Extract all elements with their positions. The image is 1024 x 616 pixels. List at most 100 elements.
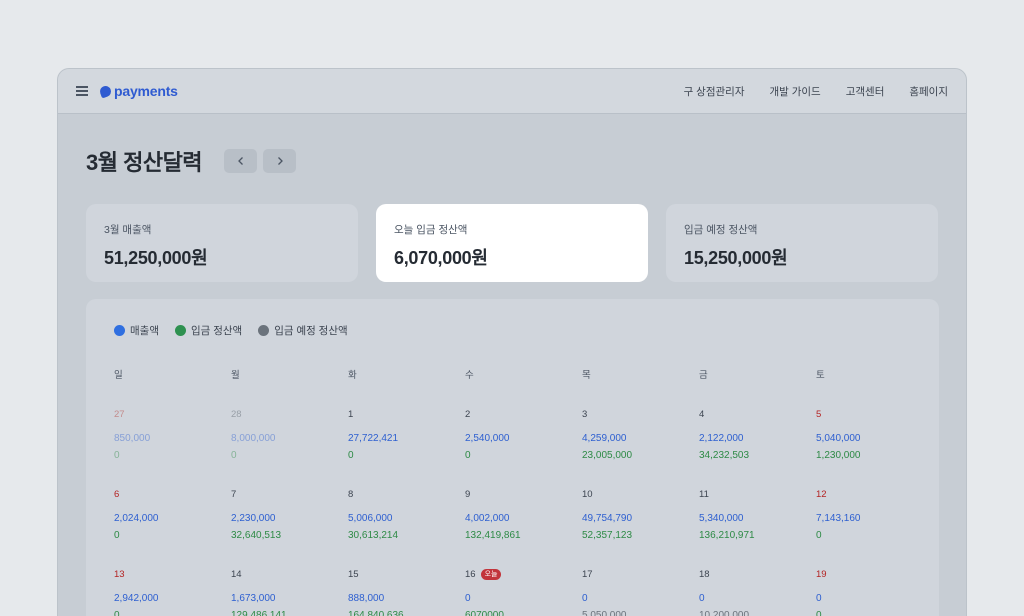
- card-monthly-sales[interactable]: 3월 매출액 51,250,000원: [86, 204, 358, 282]
- legend-dot-icon: [258, 325, 270, 336]
- sales-amount: 4,002,000: [465, 513, 510, 524]
- day-header: 11: [699, 487, 816, 501]
- calendar-day-cell[interactable]: 4 2,122,000 34,232,503: [699, 407, 816, 470]
- calendar-day-cell[interactable]: 1 27,722,421 0: [348, 407, 465, 470]
- calendar-day-cell[interactable]: 9 4,002,000 132,419,861: [465, 487, 582, 550]
- day-header: 15: [348, 567, 465, 581]
- day-number: 18: [699, 568, 710, 580]
- hamburger-menu-icon[interactable]: [76, 86, 88, 96]
- expected-deposit-amount: 10,200,000: [699, 610, 750, 616]
- sales-amount: 5,006,000: [348, 513, 393, 524]
- calendar-day-cell[interactable]: 2 2,540,000 0: [465, 407, 582, 470]
- calendar-day-cell[interactable]: 6 2,024,000 0: [114, 487, 231, 550]
- calendar-day-cell[interactable]: 12 7,143,160 0: [816, 487, 933, 550]
- logo[interactable]: payments: [98, 83, 178, 99]
- nav-developer-guide[interactable]: 개발 가이드: [770, 84, 821, 99]
- calendar-day-cell[interactable]: 14 1,673,000 129,486,141: [231, 567, 348, 616]
- day-number: 3: [582, 408, 588, 420]
- day-number: 7: [231, 488, 237, 500]
- day-header: 3: [582, 407, 699, 421]
- sales-amount: 2,540,000: [465, 433, 510, 444]
- calendar-day-cell[interactable]: 15 888,000 164,840,636: [348, 567, 465, 616]
- sales-amount: 49,754,790: [582, 513, 633, 524]
- sales-amount: 850,000: [114, 433, 151, 444]
- deposit-amount: 164,840,636: [348, 610, 404, 616]
- day-header: 14: [231, 567, 348, 581]
- sales-amount: 888,000: [348, 593, 385, 604]
- day-number: 12: [816, 488, 827, 500]
- day-number: 5: [816, 408, 822, 420]
- calendar-day-cell[interactable]: 16 오늘 0 6070000: [465, 567, 582, 616]
- top-nav: 구 상점관리자 개발 가이드 고객센터 홈페이지: [684, 84, 948, 99]
- deposit-amount: 6070000: [465, 610, 504, 616]
- weekday-wed: 수: [465, 370, 474, 381]
- calendar-day-cell[interactable]: 3 4,259,000 23,005,000: [582, 407, 699, 470]
- day-number: 14: [231, 568, 242, 580]
- calendar-day-cell[interactable]: 28 8,000,000 0: [231, 407, 348, 470]
- legend-label: 입금 정산액: [190, 325, 243, 337]
- chevron-right-icon: [277, 157, 283, 165]
- deposit-amount: 52,357,123: [582, 530, 633, 541]
- prev-month-button[interactable]: [224, 149, 258, 173]
- deposit-amount: 30,613,214: [348, 530, 399, 541]
- day-header: 13: [114, 567, 231, 581]
- legend-item-sales: 매출액: [114, 323, 159, 338]
- legend: 매출액 입금 정산액 입금 예정 정산액: [114, 323, 911, 338]
- today-badge: 오늘: [480, 568, 502, 580]
- day-number: 6: [114, 488, 120, 500]
- card-expected-deposit[interactable]: 입금 예정 정산액 15,250,000원: [666, 204, 938, 282]
- calendar-day-cell[interactable]: 18 0 10,200,000: [699, 567, 816, 616]
- day-number: 1: [348, 408, 354, 420]
- calendar-day-cell[interactable]: 7 2,230,000 32,640,513: [231, 487, 348, 550]
- title-row: 3월 정산달력: [86, 145, 302, 177]
- sales-amount: 5,040,000: [816, 433, 861, 444]
- day-header: 1: [348, 407, 465, 421]
- deposit-amount: 1,230,000: [816, 450, 861, 461]
- calendar-day-cell[interactable]: 10 49,754,790 52,357,123: [582, 487, 699, 550]
- settlement-calendar: 매출액 입금 정산액 입금 예정 정산액 일 월 화 수 목 금 토 27 850…: [86, 299, 939, 616]
- day-number: 15: [348, 568, 359, 580]
- deposit-amount: 0: [114, 450, 120, 461]
- calendar-day-cell[interactable]: 13 2,942,000 0: [114, 567, 231, 616]
- deposit-amount: 0: [816, 610, 822, 616]
- card-value: 6,070,000원: [394, 248, 488, 268]
- nav-customer-center[interactable]: 고객센터: [846, 84, 885, 99]
- calendar-day-cell[interactable]: 17 0 5,050,000: [582, 567, 699, 616]
- calendar-day-cell[interactable]: 5 5,040,000 1,230,000: [816, 407, 933, 470]
- weekday-sun: 일: [114, 370, 123, 381]
- calendar-day-cell[interactable]: 27 850,000 0: [114, 407, 231, 470]
- day-number: 17: [582, 568, 593, 580]
- calendar-week-row: 6 2,024,000 0 7 2,230,000 32,640,513 8 5,006,00…: [114, 487, 911, 550]
- weekday-header: 일 월 화 수 목 금 토: [114, 367, 911, 381]
- card-value: 51,250,000원: [104, 248, 208, 268]
- calendar-day-cell[interactable]: 11 5,340,000 136,210,971: [699, 487, 816, 550]
- deposit-amount: 129,486,141: [231, 610, 287, 616]
- day-number: 19: [816, 568, 827, 580]
- calendar-day-cell[interactable]: 8 5,006,000 30,613,214: [348, 487, 465, 550]
- deposit-amount: 0: [114, 530, 120, 541]
- day-header: 7: [231, 487, 348, 501]
- nav-legacy-merchant-admin[interactable]: 구 상점관리자: [684, 84, 745, 99]
- weekday-thu: 목: [582, 370, 591, 381]
- day-header: 17: [582, 567, 699, 581]
- day-header: 8: [348, 487, 465, 501]
- calendar-day-cell[interactable]: 19 0 0: [816, 567, 933, 616]
- legend-item-deposit: 입금 정산액: [174, 323, 243, 338]
- card-label: 오늘 입금 정산액: [394, 224, 468, 236]
- day-header: 5: [816, 407, 933, 421]
- day-number: 13: [114, 568, 125, 580]
- logo-text: payments: [114, 83, 178, 99]
- expected-deposit-amount: 5,050,000: [582, 610, 627, 616]
- sales-amount: 0: [816, 593, 822, 604]
- card-value: 15,250,000원: [684, 248, 788, 268]
- day-header: 27: [114, 407, 231, 421]
- nav-homepage[interactable]: 홈페이지: [909, 84, 948, 99]
- app-window: payments 구 상점관리자 개발 가이드 고객센터 홈페이지 3월 정산달…: [57, 68, 967, 616]
- card-today-deposit[interactable]: 오늘 입금 정산액 6,070,000원: [376, 204, 648, 282]
- chevron-left-icon: [237, 157, 243, 165]
- logo-mark-icon: [98, 83, 113, 99]
- sales-amount: 0: [582, 593, 588, 604]
- day-header: 6: [114, 487, 231, 501]
- sales-amount: 8,000,000: [231, 433, 276, 444]
- next-month-button[interactable]: [263, 149, 297, 173]
